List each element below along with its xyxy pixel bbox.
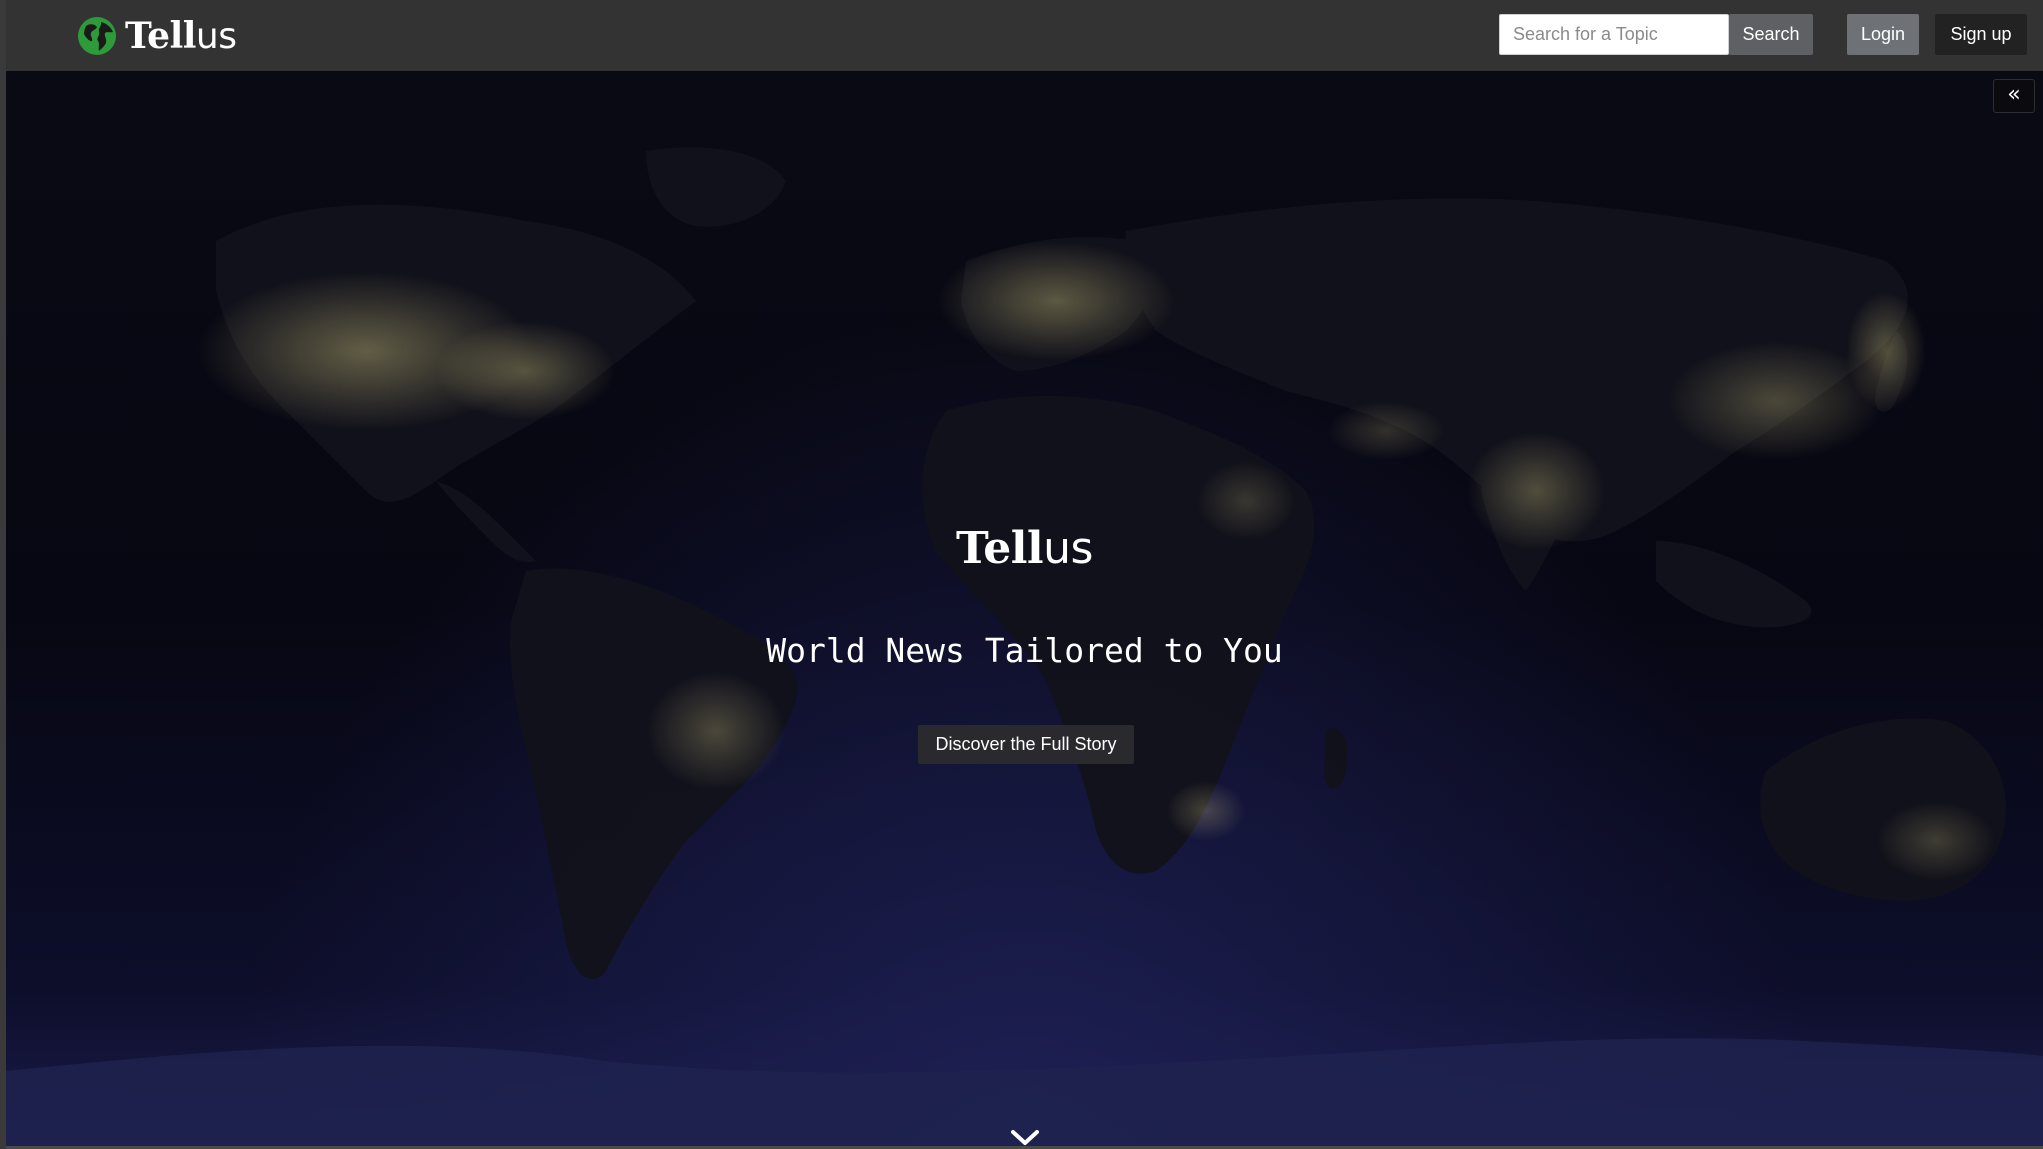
search-button[interactable]: Search [1729,14,1813,55]
globe-icon [78,17,116,55]
page: Tellus Search Login Sign up [0,0,2043,1149]
hero-logo-us: us [1043,523,1093,574]
hero-tagline: World News Tailored to You [766,631,1283,670]
brand-name-tell: Tell [125,14,196,57]
world-night-map-background [6,147,2043,1149]
brand-logo-link[interactable]: Tellus [77,13,237,59]
discover-full-story-button[interactable]: Discover the Full Story [918,725,1134,764]
brand-name-us: us [195,15,237,57]
search-input[interactable] [1499,14,1729,55]
top-navbar: Tellus Search Login Sign up [6,0,2043,71]
brand-name: Tellus [125,18,237,55]
hero-section: « Tellus World News Tailored to You Disc… [6,71,2043,1149]
collapse-sidebar-button[interactable]: « [1993,79,2035,113]
hero-logo: Tellus [6,527,2043,571]
double-chevron-left-icon: « [2007,82,2021,107]
hero-logo-tell: Tell [956,523,1044,574]
signup-button[interactable]: Sign up [1935,14,2027,55]
login-button[interactable]: Login [1847,14,1919,55]
